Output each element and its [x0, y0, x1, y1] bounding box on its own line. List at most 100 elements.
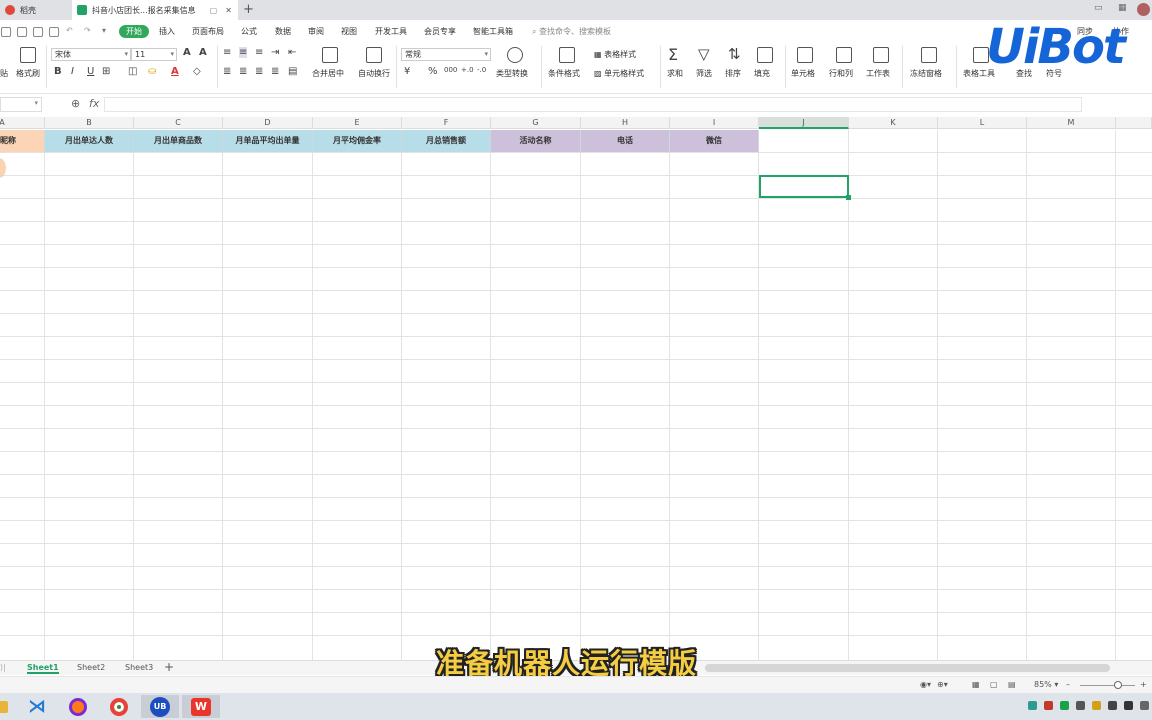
export-icon[interactable] [17, 27, 27, 37]
font-shrink-icon[interactable]: A [199, 47, 207, 58]
distribute-icon[interactable]: ▤ [288, 66, 297, 77]
eye-protect-icon[interactable]: ◉▾ [920, 680, 931, 689]
zoom-slider-track[interactable] [1080, 685, 1135, 686]
save-icon[interactable] [1, 27, 11, 37]
header-cell-avg-orders[interactable]: 月单品平均出单量 [223, 130, 313, 152]
normal-view-icon[interactable]: ▦ [972, 680, 980, 689]
tab-docer[interactable]: 稻壳 [0, 0, 70, 20]
fill-label[interactable]: 填充 [754, 68, 770, 79]
column-header-c[interactable]: C [134, 117, 223, 129]
justify-icon[interactable]: ≣ [271, 66, 279, 77]
tray-app-icon[interactable] [1092, 701, 1101, 710]
sheet-tab-2[interactable]: Sheet2 [77, 663, 105, 672]
worksheet-icon[interactable] [873, 47, 889, 63]
font-name-select[interactable]: 宋体 [51, 48, 131, 61]
header-cell-nickname[interactable]: 昵称 [0, 130, 45, 152]
column-header-k[interactable]: K [849, 117, 938, 129]
conditional-format-label[interactable]: 条件格式 [548, 68, 580, 79]
tray-app-icon[interactable] [1044, 701, 1053, 710]
scroll-left-icon[interactable]: ⟩| [0, 663, 6, 672]
filter-icon[interactable]: ▽ [698, 45, 710, 63]
menu-home[interactable]: 开始 [119, 25, 149, 38]
indent-icon[interactable]: ⇥ [271, 47, 279, 58]
row-col-label[interactable]: 行和列 [829, 68, 853, 79]
column-header-d[interactable]: D [223, 117, 313, 129]
zoom-formula-icon[interactable]: ⊕ [71, 97, 80, 110]
formula-input[interactable] [104, 97, 1082, 112]
type-convert-icon[interactable] [507, 47, 523, 63]
fx-icon[interactable]: fx [89, 97, 99, 110]
header-cell-sales[interactable]: 月总销售额 [402, 130, 491, 152]
avatar[interactable] [1137, 3, 1150, 16]
font-size-select[interactable]: 11 [131, 48, 177, 61]
pin-icon[interactable]: ▢ [210, 6, 218, 15]
outdent-icon[interactable]: ⇤ [288, 47, 296, 58]
align-bottom-icon[interactable]: ≡ [255, 47, 263, 58]
new-tab-icon[interactable]: + [243, 2, 254, 17]
border-icon[interactable]: ⊞ [102, 66, 110, 77]
header-cell-wechat[interactable]: 微信 [670, 130, 759, 152]
menu-member[interactable]: 会员专享 [424, 26, 456, 37]
format-painter-label[interactable]: 格式刷 [16, 68, 40, 79]
zoom-slider-knob[interactable] [1114, 681, 1122, 689]
percent-icon[interactable]: % [428, 66, 438, 77]
header-cell-phone[interactable]: 电话 [581, 130, 670, 152]
column-header-h[interactable]: H [581, 117, 670, 129]
menu-view[interactable]: 视图 [341, 26, 357, 37]
column-header-b[interactable]: B [45, 117, 134, 129]
tray-app-icon[interactable] [1028, 701, 1037, 710]
menu-review[interactable]: 审阅 [308, 26, 324, 37]
sheet-tab-3[interactable]: Sheet3 [125, 663, 153, 672]
align-left-icon[interactable]: ≣ [223, 66, 231, 77]
header-cell-activity[interactable]: 活动名称 [491, 130, 581, 152]
menu-smart-toolbox[interactable]: 智能工具箱 [473, 26, 513, 37]
tray-app-icon[interactable] [1124, 701, 1133, 710]
align-top-icon[interactable]: ≡ [223, 47, 231, 58]
format-painter-icon[interactable] [20, 47, 36, 63]
align-center-icon[interactable]: ≣ [239, 66, 247, 77]
firefox-button[interactable] [59, 695, 97, 718]
number-format-select[interactable]: 常规 [401, 48, 491, 61]
uibot-button[interactable]: UB [141, 695, 179, 718]
menu-developer[interactable]: 开发工具 [375, 26, 407, 37]
customize-icon[interactable]: ▾ [102, 26, 106, 35]
command-search[interactable]: ⌕ 查找命令、搜索模板 [532, 26, 611, 37]
merge-center-label[interactable]: 合并居中 [312, 68, 344, 79]
tray-app-icon[interactable] [1108, 701, 1117, 710]
column-header-j[interactable]: J [759, 117, 849, 129]
zoom-in-icon[interactable]: + [1140, 680, 1147, 689]
column-header-l[interactable]: L [938, 117, 1027, 129]
bold-icon[interactable]: B [54, 66, 62, 77]
font-grow-icon[interactable]: A [183, 47, 191, 58]
italic-icon[interactable]: I [71, 66, 74, 77]
horizontal-scrollbar[interactable] [705, 664, 1110, 672]
wrap-text-icon[interactable] [366, 47, 382, 63]
column-header-a[interactable]: A [0, 117, 45, 129]
sum-icon[interactable]: Σ [668, 45, 678, 64]
active-cell-j3[interactable] [759, 175, 851, 200]
filter-label[interactable]: 筛选 [696, 68, 712, 79]
freeze-icon[interactable] [921, 47, 937, 63]
cell-style-button[interactable]: ▨ 单元格样式 [594, 68, 644, 79]
redo-icon[interactable]: ↷ [84, 26, 91, 35]
wps-button[interactable]: W [182, 695, 220, 718]
menu-page-layout[interactable]: 页面布局 [192, 26, 224, 37]
column-header-i[interactable]: I [670, 117, 759, 129]
sort-label[interactable]: 排序 [725, 68, 741, 79]
clear-format-icon[interactable]: ◇ [193, 66, 201, 77]
grid-icon[interactable]: ▦ [1118, 3, 1127, 13]
tab-workbook[interactable]: 抖音小店团长...报名采集信息 ▢ ✕ [72, 0, 238, 20]
column-header-e[interactable]: E [313, 117, 402, 129]
currency-icon[interactable]: ¥ [404, 66, 410, 77]
zoom-select[interactable]: 85% ▾ [1034, 680, 1058, 689]
tray-app-icon[interactable] [1076, 701, 1085, 710]
paste-label[interactable]: 贴 [0, 68, 8, 79]
name-box[interactable] [0, 97, 42, 112]
column-header-m[interactable]: M [1027, 117, 1116, 129]
cell-icon[interactable] [797, 47, 813, 63]
type-convert-label[interactable]: 类型转换 [496, 68, 528, 79]
fill-color-icon[interactable]: ◫ [128, 66, 137, 77]
highlight-icon[interactable]: ⛀ [148, 66, 156, 77]
sum-label[interactable]: 求和 [667, 68, 683, 79]
menu-insert[interactable]: 插入 [159, 26, 175, 37]
